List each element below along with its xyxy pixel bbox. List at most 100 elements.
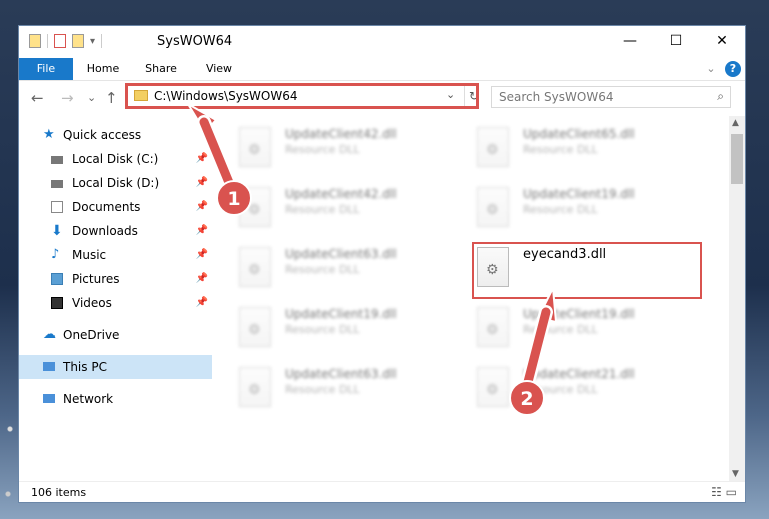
explorer-window: ▾ SysWOW64 — ☐ ✕ File Home Share View ⌄ … (18, 25, 746, 503)
file-name: UpdateClient42.dll (285, 127, 397, 141)
file-type: Resource DLL (285, 263, 360, 276)
file-item[interactable]: UpdateClient21.dll Resource DLL (467, 363, 687, 415)
nav-item-documents[interactable]: Documents 📌 (19, 195, 212, 219)
file-item[interactable]: UpdateClient19.dll Resource DLL (229, 303, 449, 355)
file-type: Resource DLL (285, 203, 360, 216)
file-item[interactable]: UpdateClient63.dll Resource DLL (229, 363, 449, 415)
pin-icon[interactable]: 📌 (196, 147, 208, 171)
properties-icon[interactable] (54, 34, 66, 48)
nav-item-pictures[interactable]: Pictures 📌 (19, 267, 212, 291)
file-highlight-box (472, 242, 702, 299)
address-row: ← → ⌄ ↑ C:\Windows\SysWOW64 ⌄ ↻ Search S… (19, 81, 745, 113)
pin-icon[interactable]: 📌 (196, 195, 208, 219)
recent-locations-button[interactable]: ⌄ (87, 91, 96, 104)
tab-home[interactable]: Home (79, 58, 127, 80)
nav-item-local-disk-c[interactable]: Local Disk (C:) 📌 (19, 147, 212, 171)
toolbar-separator (101, 34, 103, 48)
up-button[interactable]: ↑ (105, 89, 118, 107)
tab-view[interactable]: View (195, 58, 243, 80)
file-item[interactable]: UpdateClient42.dll Resource DLL (229, 123, 449, 175)
forward-button[interactable]: → (61, 89, 74, 107)
network-icon (43, 394, 55, 403)
file-item[interactable]: UpdateClient42.dll Resource DLL (229, 183, 449, 235)
toolbar-separator (47, 34, 48, 48)
file-name: UpdateClient63.dll (285, 367, 397, 381)
file-type: Resource DLL (523, 323, 598, 336)
close-button[interactable]: ✕ (699, 26, 745, 56)
file-name: UpdateClient19.dll (523, 187, 635, 201)
nav-item-quick-access[interactable]: ★ Quick access (19, 123, 212, 147)
nav-item-downloads[interactable]: ⬇ Downloads 📌 (19, 219, 212, 243)
file-name: UpdateClient65.dll (523, 127, 635, 141)
nav-item-videos[interactable]: Videos 📌 (19, 291, 212, 315)
dll-file-icon (239, 127, 271, 167)
nav-label: Downloads (72, 224, 138, 238)
file-type: Resource DLL (523, 383, 598, 396)
scrollbar-thumb[interactable] (731, 134, 743, 184)
nav-label: Local Disk (C:) (72, 152, 159, 166)
nav-label: Documents (72, 200, 141, 214)
file-type: Resource DLL (523, 203, 598, 216)
file-item[interactable]: UpdateClient65.dll Resource DLL (467, 123, 687, 175)
file-type: Resource DLL (285, 143, 360, 156)
drive-icon (51, 180, 63, 188)
nav-label: Videos (72, 296, 112, 310)
scroll-up-icon[interactable]: ▲ (732, 118, 739, 128)
drive-icon (51, 156, 63, 164)
star-icon: ★ (43, 127, 55, 142)
view-toggle-icons[interactable]: ☷ ▭ (711, 485, 737, 499)
nav-item-local-disk-d[interactable]: Local Disk (D:) 📌 (19, 171, 212, 195)
folder-icon[interactable] (29, 34, 41, 48)
cloud-icon: ☁ (43, 327, 56, 342)
tab-file[interactable]: File (19, 58, 73, 80)
file-item[interactable]: UpdateClient19.dll Resource DLL (467, 183, 687, 235)
nav-label: This PC (63, 360, 107, 374)
quick-access-toolbar: ▾ (29, 34, 103, 48)
ribbon-collapse-icon[interactable]: ⌄ (703, 58, 719, 80)
search-placeholder: Search SysWOW64 (499, 90, 614, 104)
search-icon[interactable]: ⌕ (717, 89, 724, 104)
nav-item-onedrive[interactable]: ☁ OneDrive (19, 323, 212, 347)
scroll-down-icon[interactable]: ▼ (732, 469, 739, 479)
nav-label: Music (72, 248, 107, 262)
nav-item-music[interactable]: ♪ Music 📌 (19, 243, 212, 267)
file-item[interactable]: UpdateClient19.dll Resource DLL (467, 303, 687, 355)
minimize-button[interactable]: — (607, 26, 653, 56)
status-bar: 106 items ☷ ▭ (19, 481, 745, 504)
nav-label: Quick access (63, 128, 142, 142)
file-name: UpdateClient21.dll (523, 367, 635, 381)
file-name: UpdateClient19.dll (523, 307, 635, 321)
new-folder-icon[interactable] (72, 34, 84, 48)
vertical-scrollbar[interactable]: ▲ ▼ (729, 116, 745, 481)
nav-item-network[interactable]: Network (19, 387, 212, 411)
nav-item-this-pc[interactable]: This PC (19, 355, 212, 379)
file-type: Resource DLL (285, 323, 360, 336)
maximize-button[interactable]: ☐ (653, 26, 699, 56)
back-button[interactable]: ← (31, 89, 44, 107)
file-type: Resource DLL (285, 383, 360, 396)
navigation-pane: ★ Quick access Local Disk (C:) 📌 Local D… (19, 116, 212, 481)
pin-icon[interactable]: 📌 (196, 219, 208, 243)
music-icon: ♪ (51, 247, 60, 262)
file-item[interactable]: UpdateClient63.dll Resource DLL (229, 243, 449, 295)
pin-icon[interactable]: 📌 (196, 267, 208, 291)
dll-file-icon (239, 247, 271, 287)
nav-label: Pictures (72, 272, 120, 286)
downloads-icon: ⬇ (51, 223, 63, 239)
address-bar-highlight (125, 83, 479, 109)
tab-share[interactable]: Share (137, 58, 185, 80)
nav-label: Network (63, 392, 114, 406)
dll-file-icon (239, 187, 271, 227)
pin-icon[interactable]: 📌 (196, 171, 208, 195)
file-name: UpdateClient42.dll (285, 187, 397, 201)
help-icon[interactable]: ? (725, 61, 741, 77)
pictures-icon (51, 273, 63, 285)
ribbon: File Home Share View ⌄ ? (19, 58, 745, 81)
pin-icon[interactable]: 📌 (196, 243, 208, 267)
search-input[interactable]: Search SysWOW64 ⌕ (491, 86, 731, 108)
toolbar-dropdown-icon[interactable]: ▾ (90, 36, 95, 47)
pin-icon[interactable]: 📌 (196, 291, 208, 315)
dll-file-icon (239, 307, 271, 347)
dll-file-icon (477, 127, 509, 167)
dll-file-icon (477, 367, 509, 407)
